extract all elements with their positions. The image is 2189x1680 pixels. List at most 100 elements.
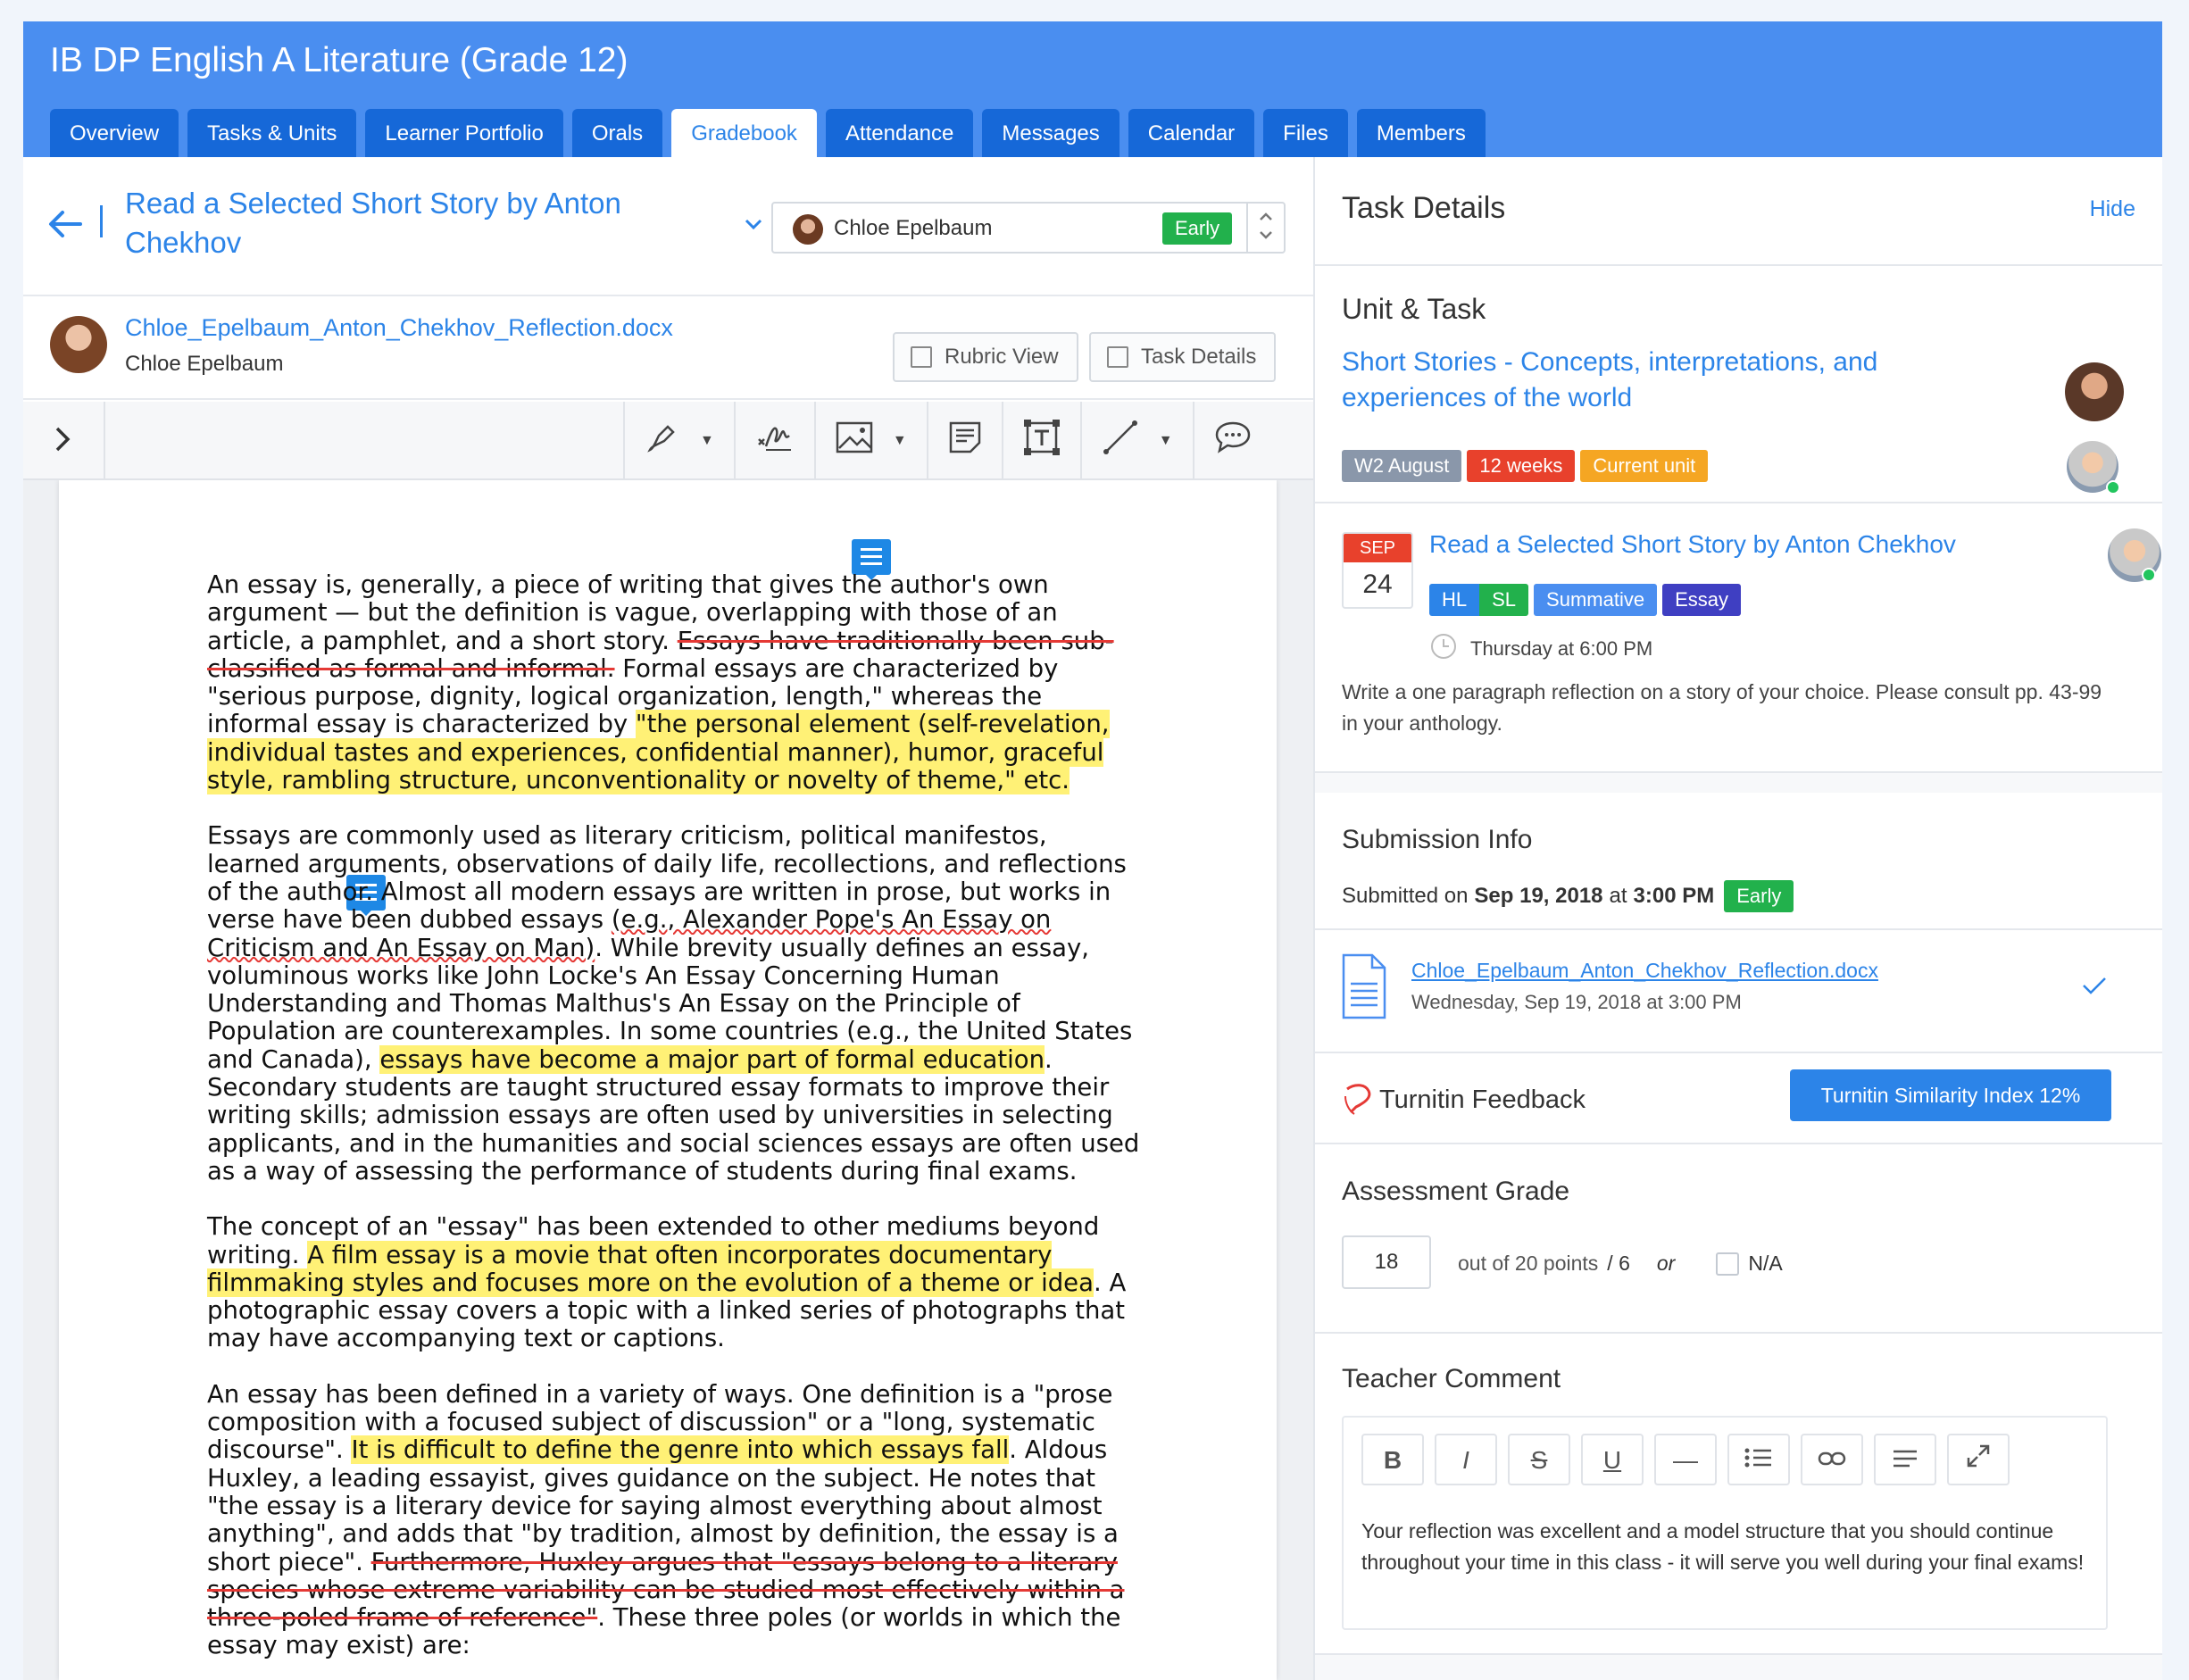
expand-button[interactable]: [1947, 1434, 2010, 1485]
task-details-label: Task Details: [1141, 345, 1257, 369]
details-header: Task Details Hide: [1315, 157, 2162, 266]
divider: [100, 205, 103, 237]
online-status-dot: [2142, 568, 2156, 582]
due-time-row: Thursday at 6:00 PM: [1429, 632, 1652, 665]
tab-learner-portfolio[interactable]: Learner Portfolio: [365, 109, 563, 157]
link-icon: [1818, 1446, 1846, 1474]
section-heading: Assessment Grade: [1342, 1177, 1570, 1206]
na-label: N/A: [1748, 1252, 1783, 1275]
image-tool-button[interactable]: ▼: [813, 402, 927, 480]
week-tag: W2 August: [1342, 450, 1462, 482]
task-title-link[interactable]: Read a Selected Short Story by Anton Che…: [125, 184, 678, 262]
unit-name-link[interactable]: Short Stories - Concepts, interpretation…: [1342, 345, 1967, 416]
submitted-date: Sep 19, 2018: [1474, 884, 1603, 908]
document-page: An essay is, generally, a piece of writi…: [59, 480, 1277, 1680]
underline-button[interactable]: U: [1581, 1434, 1644, 1485]
unit-tags: W2 August 12 weeks Current unit: [1342, 450, 1713, 482]
student-stepper[interactable]: [1246, 204, 1284, 252]
task-details-panel: Task Details Hide Unit & Task Short Stor…: [1315, 157, 2162, 1680]
tab-files[interactable]: Files: [1263, 109, 1348, 157]
grade-scale: out of 20 points / 6 or N/A: [1458, 1252, 1783, 1276]
turnitin-similarity-button[interactable]: Turnitin Similarity Index 12%: [1790, 1069, 2111, 1121]
annotation-toolbar: ▼ ▼ ▼: [23, 402, 1313, 480]
strikethrough-button[interactable]: S: [1508, 1434, 1570, 1485]
rubric-view-button[interactable]: Rubric View: [893, 332, 1078, 382]
submitted-time: 3:00 PM: [1633, 884, 1715, 908]
tab-tasks-units[interactable]: Tasks & Units: [187, 109, 357, 157]
bold-button[interactable]: B: [1361, 1434, 1424, 1485]
course-tabs: Overview Tasks & Units Learner Portfolio…: [50, 109, 1486, 157]
checkmark-icon: [2081, 975, 2108, 1001]
grade-out-of: out of 20 points: [1458, 1252, 1599, 1275]
signature-tool-button[interactable]: [733, 402, 814, 480]
student-selector[interactable]: Chloe Epelbaum Early: [771, 202, 1286, 254]
course-title: IB DP English A Literature (Grade 12): [50, 41, 628, 79]
grade-or: or: [1656, 1252, 1676, 1275]
tab-overview[interactable]: Overview: [50, 109, 179, 157]
submitted-file-link[interactable]: Chloe_Epelbaum_Anton_Chekhov_Reflection.…: [1411, 959, 1878, 983]
bullet-list-button[interactable]: [1727, 1434, 1790, 1485]
tab-messages[interactable]: Messages: [982, 109, 1119, 157]
due-day: 24: [1362, 570, 1393, 599]
tab-calendar[interactable]: Calendar: [1128, 109, 1255, 157]
list-icon: [1744, 1446, 1773, 1474]
line-tool-button[interactable]: ▼: [1079, 402, 1193, 480]
document-panel: Read a Selected Short Story by Anton Che…: [23, 157, 1313, 1680]
submission-section: Submission Info Submitted on Sep 19, 201…: [1315, 793, 2162, 1334]
avatar: [793, 214, 823, 245]
chevron-right-icon[interactable]: [52, 421, 73, 465]
paragraph: Essays are commonly used as literary cri…: [207, 822, 1144, 1185]
note-tool-button[interactable]: [926, 402, 1002, 480]
task-details-button[interactable]: Task Details: [1089, 332, 1277, 382]
task-section: SEP 24 Read a Selected Short Story by An…: [1315, 503, 2162, 773]
tab-attendance[interactable]: Attendance: [825, 109, 974, 157]
comment-tool-button[interactable]: [1192, 402, 1271, 480]
task-description: Write a one paragraph reflection on a st…: [1342, 680, 2102, 735]
section-heading: Unit & Task: [1342, 293, 1486, 325]
chevron-down-icon[interactable]: [745, 212, 762, 236]
divider: [1315, 1052, 2162, 1053]
chevron-down-icon[interactable]: ▼: [700, 433, 714, 449]
align-button[interactable]: [1874, 1434, 1936, 1485]
highlight-annotation[interactable]: essays have become a major part of forma…: [379, 1044, 1045, 1074]
note-annotation-icon[interactable]: [852, 539, 891, 580]
hide-button[interactable]: Hide: [2090, 196, 2135, 222]
due-time: Thursday at 6:00 PM: [1470, 636, 1653, 660]
document-viewer[interactable]: An essay is, generally, a piece of writi…: [23, 480, 1313, 1680]
italic-button[interactable]: I: [1435, 1434, 1497, 1485]
text-box-tool-button[interactable]: [1001, 402, 1080, 480]
student-name: Chloe Epelbaum: [834, 216, 993, 240]
rubric-view-label: Rubric View: [945, 345, 1059, 369]
due-month: SEP: [1344, 534, 1411, 562]
app-frame: IB DP English A Literature (Grade 12) Ov…: [23, 21, 2162, 1680]
comment-text[interactable]: Your reflection was excellent and a mode…: [1361, 1516, 2093, 1578]
horizontal-rule-button[interactable]: —: [1654, 1434, 1717, 1485]
chevron-down-icon[interactable]: ▼: [1159, 433, 1173, 449]
tab-orals[interactable]: Orals: [571, 109, 663, 157]
avatar: [50, 316, 107, 373]
tab-gradebook[interactable]: Gradebook: [671, 109, 817, 157]
task-name-link[interactable]: Read a Selected Short Story by Anton Che…: [1429, 530, 1956, 559]
highlight-annotation[interactable]: A film essay is a movie that often incor…: [207, 1240, 1094, 1297]
line-icon: [1102, 419, 1139, 463]
submitted-label: Submitted on: [1342, 884, 1469, 908]
comment-icon: [1214, 420, 1252, 462]
task-tags: HL SL Summative Essay: [1429, 584, 1746, 616]
chevron-down-icon[interactable]: ▼: [893, 433, 907, 449]
back-arrow-icon[interactable]: [45, 204, 89, 248]
file-name-link[interactable]: Chloe_Epelbaum_Anton_Chekhov_Reflection.…: [125, 314, 673, 342]
pen-icon: [645, 420, 680, 462]
pen-tool-button[interactable]: ▼: [623, 402, 734, 480]
link-button[interactable]: [1801, 1434, 1863, 1485]
na-checkbox[interactable]: [1716, 1252, 1740, 1276]
duration-tag: 12 weeks: [1467, 450, 1576, 482]
comment-editor: B I S U — Your reflection was excellent …: [1342, 1416, 2108, 1630]
highlight-annotation[interactable]: It is difficult to define the genre into…: [351, 1435, 1010, 1465]
status-badge: Early: [1162, 212, 1233, 245]
grade-input[interactable]: 18: [1342, 1235, 1431, 1289]
file-student-name: Chloe Epelbaum: [125, 352, 284, 376]
grade-scale-value: / 6: [1607, 1252, 1630, 1275]
tab-members[interactable]: Members: [1356, 109, 1486, 157]
hl-tag: HL: [1429, 584, 1480, 616]
submitted-info: Submitted on Sep 19, 2018 at 3:00 PM Ear…: [1342, 880, 1799, 912]
